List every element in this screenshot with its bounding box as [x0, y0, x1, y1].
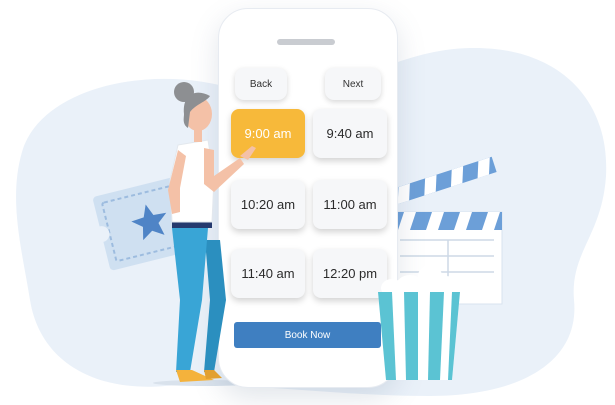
woman-illustration — [168, 82, 256, 382]
popcorn-illustration — [378, 265, 460, 380]
foreground-illustration — [168, 82, 460, 382]
